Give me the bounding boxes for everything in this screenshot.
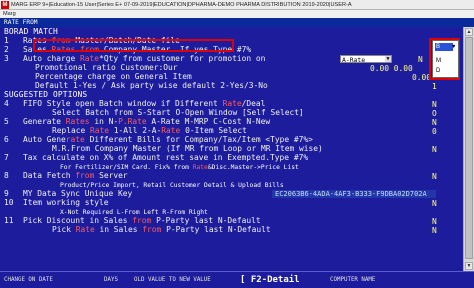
replace-rate-row: Replace Rate 1-All 2-A-Rate 0-Item Selec… (52, 127, 247, 135)
select-batch-label: Select Batch from S-Start O-Open Window … (52, 109, 304, 117)
marg-logo-icon: M (1, 0, 9, 9)
default-party-label: Default 1-Yes / Ask party wise default 2… (35, 82, 268, 90)
promotional-ratio-value[interactable]: 0.00 0.00 (370, 64, 413, 73)
mr-from-company-value[interactable]: N (432, 145, 437, 154)
chevron-down-icon[interactable]: ▼ (451, 43, 457, 51)
promotion-rate-select[interactable]: A-Rate ▼ (340, 55, 392, 64)
option-row-5[interactable]: 5 Generate Rates in N-P.Rate A-Rate M-MR… (4, 118, 436, 127)
status-old-new-value: OLD VALUE TO NEW VALUE (134, 277, 211, 283)
rate-source-dropdown[interactable]: B ▼ M D (432, 40, 459, 78)
option-8-value[interactable]: N (432, 172, 437, 181)
option-11-value[interactable]: N (432, 217, 437, 226)
mr-from-company-label: M.R.From Company Master (If MR from Loop… (52, 145, 323, 153)
default-party-value[interactable]: 1 (432, 82, 437, 91)
sync-unique-key-field[interactable]: EC2063B6-4ADA-4AF3-B333-F9DBA02D702A (272, 190, 436, 198)
annotation-rates-from-highlight (33, 39, 234, 52)
replace-rate-value[interactable]: 0 (432, 127, 437, 136)
pick-rate-value[interactable]: N (432, 226, 437, 235)
board-match-heading: BORAD MATCH (4, 27, 58, 36)
scroll-up-icon[interactable]: ▲ (465, 28, 473, 36)
option-row-10[interactable]: 10 Item working style (4, 199, 436, 208)
suggested-options-heading: SUGGESTED OPTIONS (4, 90, 88, 99)
panel-title: RATE FROM (0, 18, 474, 27)
chevron-down-icon: ▼ (385, 56, 391, 62)
option-5-value[interactable]: N (432, 118, 437, 127)
status-days: DAYS (104, 277, 118, 283)
percentage-charge-label: Percentage charge on General Item (35, 73, 192, 81)
scroll-thumb[interactable] (465, 37, 473, 259)
vertical-scrollbar[interactable]: ▲ ▼ (463, 27, 474, 271)
status-bar: CHANGE ON DATE DAYS OLD VALUE TO NEW VAL… (0, 271, 474, 288)
option-row-7[interactable]: 7 Tax calculate on X% of Amount rest sav… (4, 154, 436, 163)
option-row-6[interactable]: 6 Auto Generate Different Bills for Comp… (4, 136, 436, 145)
option-row-11[interactable]: 11 Pick Discount in Sales from P-Party l… (4, 217, 436, 226)
option-4-value[interactable]: N (432, 100, 437, 109)
dropdown-option-m[interactable]: M (436, 57, 454, 65)
option-3-value[interactable]: N (418, 55, 423, 64)
f2-detail-button[interactable]: [ F2-Detail ] (240, 274, 304, 287)
menu-item-marg[interactable]: Marg (3, 11, 16, 17)
option-10-value[interactable]: N (432, 199, 437, 208)
status-computer-name: COMPUTER NAME (330, 277, 376, 283)
setup-screen: BORAD MATCH 1 Rates from Master/Batch/Da… (0, 27, 474, 271)
menu-bar: Marg (0, 10, 474, 18)
status-change-on-date: CHANGE ON DATE (4, 277, 53, 283)
window-title-bar: M MARG ERP 9+|Education-15 User|Series E… (0, 0, 474, 10)
dropdown-option-d[interactable]: D (436, 67, 454, 75)
option-row-4[interactable]: 4 FIFO Style open Batch window if Differ… (4, 100, 436, 109)
select-batch-value[interactable]: O (432, 109, 437, 118)
window-title: MARG ERP 9+|Education-15 User|Series E+ … (11, 1, 352, 8)
scroll-down-icon[interactable]: ▼ (465, 262, 473, 270)
option-row-8[interactable]: 8 Data Fetch from Server (4, 172, 436, 181)
pick-rate-row: Pick Rate in Sales from P-Party last N-D… (52, 226, 271, 234)
